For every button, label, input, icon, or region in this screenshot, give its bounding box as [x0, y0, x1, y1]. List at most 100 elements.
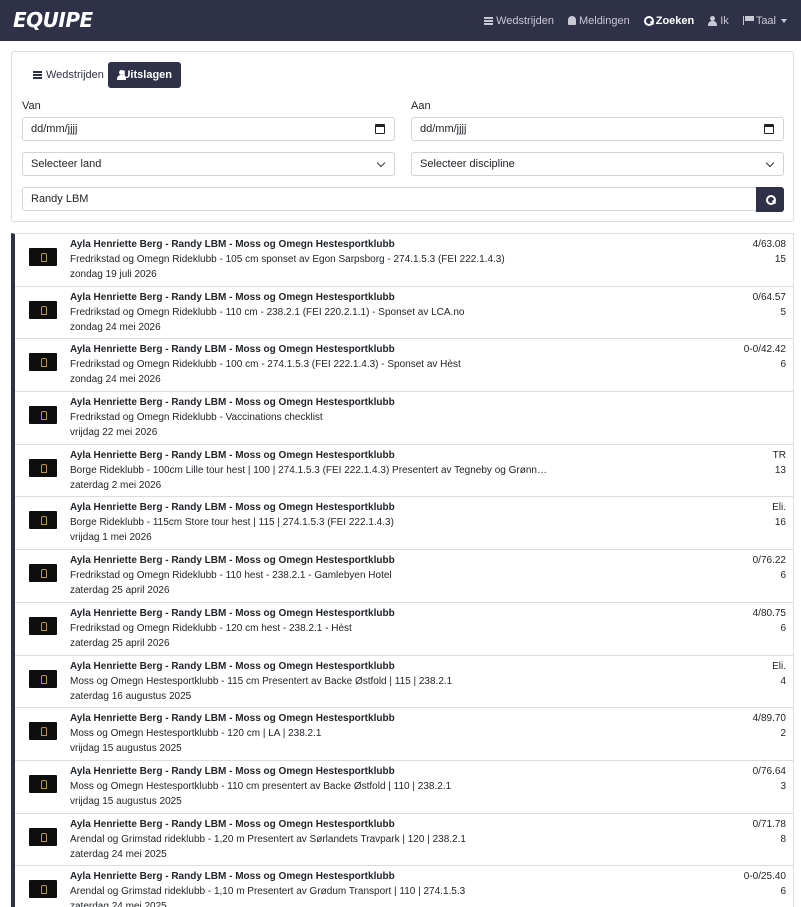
result-date: zaterdag 24 mei 2025 [70, 901, 167, 907]
result-score: 0/76.22 [752, 555, 786, 567]
nav-ik-label: Ik [720, 14, 729, 27]
result-title: Ayla Henriette Berg - Randy LBM - Moss o… [70, 239, 395, 250]
result-date: zaterdag 25 april 2026 [70, 585, 170, 597]
result-date: zondag 24 mei 2026 [70, 374, 161, 386]
result-score: 0-0/25.40 [743, 871, 786, 883]
club-logo-thumbnail [29, 353, 57, 372]
club-logo-thumbnail [29, 564, 57, 583]
result-score: TR [772, 449, 786, 461]
club-logo-thumbnail [29, 458, 57, 477]
result-row[interactable]: Ayla Henriette Berg - Randy LBM - Moss o… [15, 866, 793, 907]
list-icon [484, 16, 494, 25]
nav-meldingen[interactable]: Meldingen [567, 15, 630, 27]
from-label: Van [22, 100, 41, 112]
result-rank: 16 [774, 517, 786, 529]
search-icon [765, 195, 776, 205]
result-rank: 8 [780, 833, 786, 845]
result-date: zondag 24 mei 2026 [70, 321, 161, 333]
result-date: zaterdag 2 mei 2026 [70, 479, 162, 491]
result-row[interactable]: Ayla Henriette Berg - Randy LBM - Moss o… [15, 392, 793, 445]
search-query-input[interactable]: Randy LBM [22, 187, 757, 211]
logo-text: EQUIPE [13, 8, 93, 32]
result-date: zaterdag 25 april 2026 [70, 637, 170, 649]
calendar-icon[interactable] [375, 124, 385, 134]
to-label: Aan [411, 100, 431, 112]
result-row[interactable]: Ayla Henriette Berg - Randy LBM - Moss o… [15, 445, 793, 498]
result-row[interactable]: Ayla Henriette Berg - Randy LBM - Moss o… [15, 656, 793, 709]
result-date: zondag 19 juli 2026 [70, 269, 157, 280]
club-logo-thumbnail [29, 880, 57, 899]
result-score: 4/89.70 [752, 713, 786, 725]
calendar-icon[interactable] [764, 124, 774, 134]
result-row[interactable]: Ayla Henriette Berg - Randy LBM - Moss o… [15, 234, 793, 287]
nav-zoeken[interactable]: Zoeken [643, 14, 695, 27]
result-score: 0-0/42.42 [743, 344, 786, 356]
to-date-placeholder: dd/mm/jjjj [420, 123, 467, 135]
user-icon [708, 15, 718, 26]
result-rank: 3 [780, 780, 786, 792]
search-card: Wedstrijden Uitslagen Van Aan dd/mm/jjjj… [11, 51, 794, 222]
search-query-value: Randy LBM [31, 193, 89, 205]
from-date-input[interactable]: dd/mm/jjjj [22, 117, 395, 141]
bell-icon [567, 16, 576, 25]
result-row[interactable]: Ayla Henriette Berg - Randy LBM - Moss o… [15, 761, 793, 814]
result-class: Fredrikstad og Omegn Rideklubb - 105 cm … [70, 254, 505, 265]
nav-zoeken-label: Zoeken [655, 14, 695, 27]
result-title: Ayla Henriette Berg - Randy LBM - Moss o… [70, 344, 395, 356]
result-title: Ayla Henriette Berg - Randy LBM - Moss o… [70, 397, 395, 409]
club-logo-thumbnail [29, 669, 57, 688]
result-score: Eli. [772, 660, 786, 672]
result-row[interactable]: Ayla Henriette Berg - Randy LBM - Moss o… [15, 708, 793, 761]
result-row[interactable]: Ayla Henriette Berg - Randy LBM - Moss o… [15, 339, 793, 393]
top-navbar: EQUIPE Wedstrijden Meldingen Zoeken Ik T… [0, 0, 801, 41]
search-button[interactable] [756, 187, 784, 212]
club-logo-thumbnail [29, 300, 57, 319]
result-row[interactable]: Ayla Henriette Berg - Randy LBM - Moss o… [15, 497, 793, 551]
result-title: Ayla Henriette Berg - Randy LBM - Moss o… [70, 660, 395, 672]
result-title: Ayla Henriette Berg - Randy LBM - Moss o… [70, 713, 395, 725]
result-score: Eli. [772, 502, 786, 514]
nav-taal[interactable]: Taal [742, 14, 787, 27]
country-select-value: Selecteer land [31, 158, 102, 170]
result-title: Ayla Henriette Berg - Randy LBM - Moss o… [70, 449, 395, 461]
result-row[interactable]: Ayla Henriette Berg - Randy LBM - Moss o… [15, 814, 793, 867]
result-row[interactable]: Ayla Henriette Berg - Randy LBM - Moss o… [15, 287, 793, 340]
flag-icon [742, 16, 754, 25]
result-rank: 13 [774, 464, 786, 476]
result-score: 4/80.75 [752, 607, 786, 619]
caret-down-icon [781, 18, 787, 23]
result-class: Arendal og Grimstad rideklubb - 1,20 m P… [70, 833, 466, 845]
club-logo-thumbnail [29, 406, 57, 425]
result-class: Borge Rideklubb - 115cm Store tour hest … [70, 517, 394, 529]
tab-uitslagen-label: Uitslagen [122, 69, 172, 81]
equipe-logo[interactable]: EQUIPE [13, 8, 93, 32]
result-score: 0/64.57 [752, 291, 786, 303]
result-class: Moss og Omegn Hestesportklubb - 110 cm p… [70, 780, 452, 792]
result-row[interactable]: Ayla Henriette Berg - Randy LBM - Moss o… [15, 603, 793, 656]
club-logo-thumbnail [29, 774, 57, 793]
nav-wedstrijden[interactable]: Wedstrijden [484, 15, 554, 27]
nav-taal-label: Taal [755, 14, 776, 27]
result-date: vrijdag 15 augustus 2025 [70, 795, 182, 807]
result-row[interactable]: Ayla Henriette Berg - Randy LBM - Moss o… [15, 550, 793, 603]
result-rank: 6 [780, 886, 786, 898]
discipline-select[interactable]: Selecteer discipline [411, 152, 784, 176]
tab-wedstrijden[interactable]: Wedstrijden [24, 62, 113, 88]
list-icon [33, 71, 42, 79]
to-date-input[interactable]: dd/mm/jjjj [411, 117, 784, 141]
discipline-select-value: Selecteer discipline [420, 158, 515, 170]
result-title: Ayla Henriette Berg - Randy LBM - Moss o… [70, 502, 395, 514]
nav-wedstrijden-label: Wedstrijden [496, 14, 554, 27]
result-class: Moss og Omegn Hestesportklubb - 120 cm |… [70, 728, 322, 740]
tab-wedstrijden-label: Wedstrijden [46, 69, 104, 81]
result-title: Ayla Henriette Berg - Randy LBM - Moss o… [70, 291, 395, 303]
result-date: vrijdag 22 mei 2026 [70, 427, 158, 439]
result-date: zaterdag 24 mei 2025 [70, 848, 167, 860]
result-score: 4/63.08 [752, 239, 786, 250]
country-select[interactable]: Selecteer land [22, 152, 395, 176]
result-rank: 6 [780, 359, 786, 371]
result-title: Ayla Henriette Berg - Randy LBM - Moss o… [70, 555, 395, 567]
result-rank: 4 [780, 675, 786, 687]
nav-ik[interactable]: Ik [708, 15, 729, 27]
tab-uitslagen[interactable]: Uitslagen [108, 62, 181, 88]
